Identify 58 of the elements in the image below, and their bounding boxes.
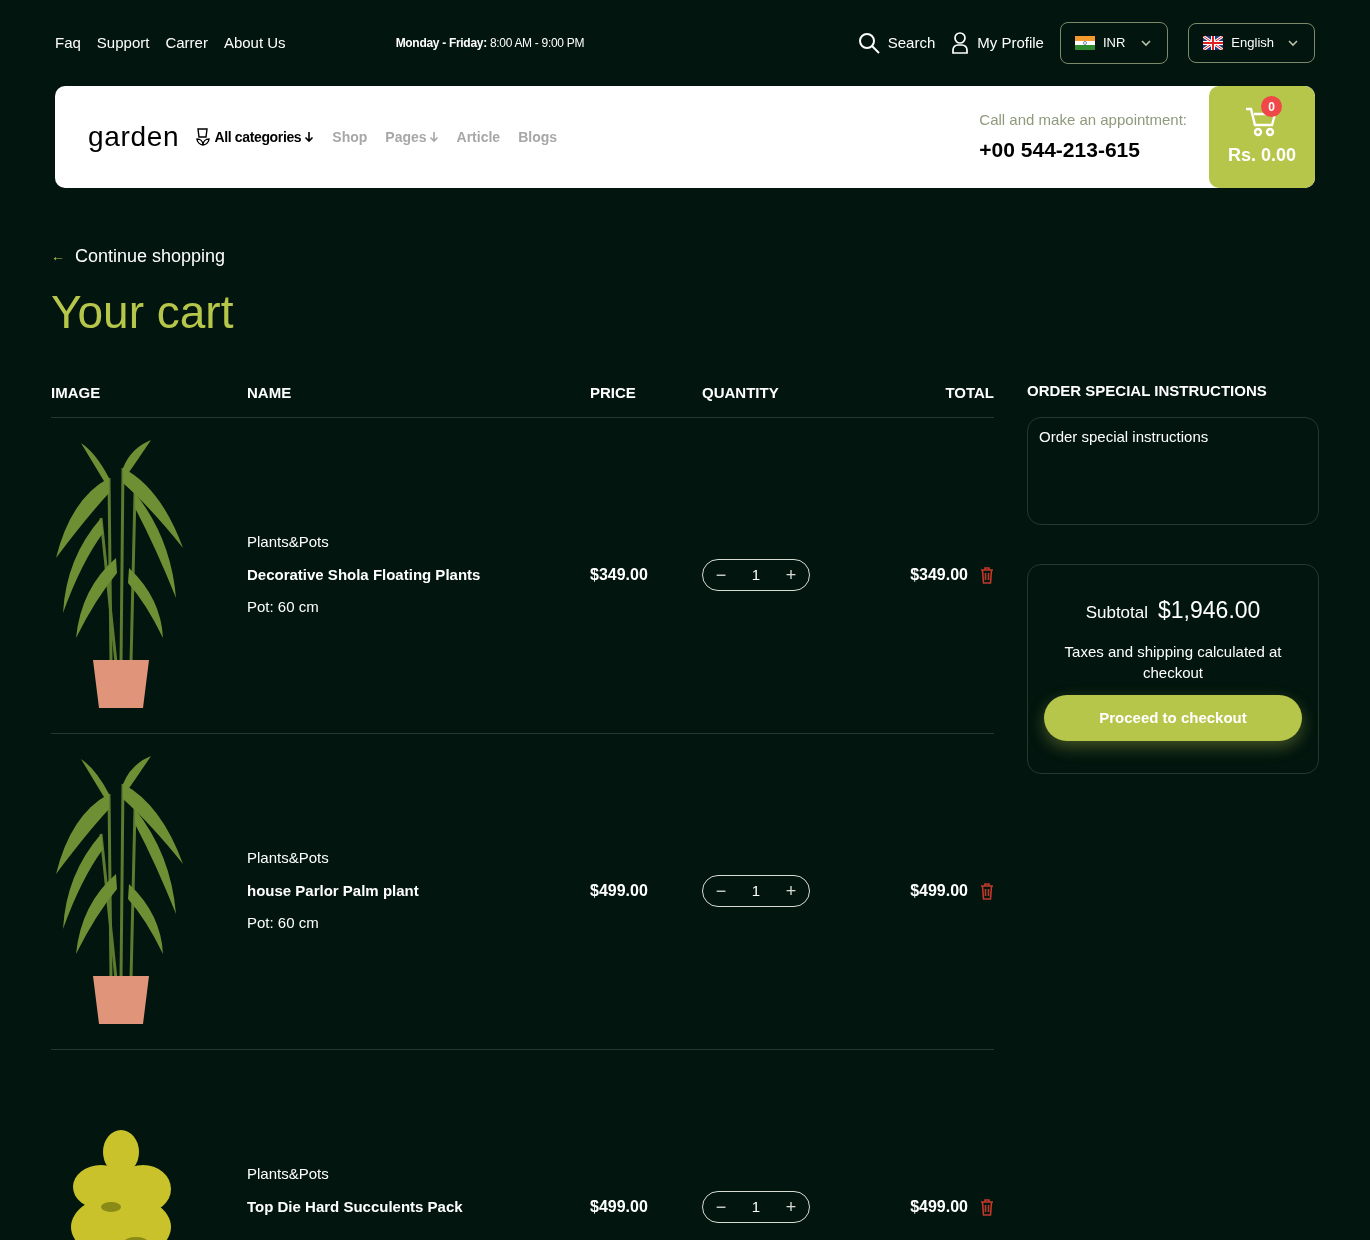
quantity-value: 1 — [751, 880, 761, 901]
instructions-heading: ORDER SPECIAL INSTRUCTIONS — [1027, 381, 1268, 401]
quantity-value: 1 — [751, 1196, 761, 1217]
product-price: $499.00 — [590, 881, 649, 901]
plant-pot-icon — [195, 128, 212, 146]
decrease-button[interactable]: − — [713, 877, 729, 905]
column-header: NAME — [247, 383, 293, 403]
top-link[interactable]: About Us — [223, 31, 286, 55]
column-header: TOTAL — [945, 383, 994, 403]
profile-link[interactable]: My Profile — [951, 31, 1044, 55]
opening-hours: Monday - Friday: 8:00 AM - 9:00 PM — [395, 35, 585, 52]
subtotal-amount: $1,946.00 — [1158, 595, 1261, 625]
top-link[interactable]: Faq — [55, 31, 81, 55]
search-link[interactable]: Search — [857, 31, 936, 55]
column-header: IMAGE — [51, 383, 102, 403]
product-price: $349.00 — [590, 565, 649, 585]
product-name[interactable]: house Parlor Palm plant — [247, 879, 590, 903]
product-vendor: Plants&Pots — [247, 532, 330, 553]
uk-flag-icon — [1203, 36, 1224, 50]
product-price: $499.00 — [590, 1197, 649, 1217]
continue-shopping-link[interactable]: ← Continue shopping — [51, 243, 1319, 270]
subtotal-label: Subtotal — [1085, 601, 1149, 624]
product-name[interactable]: Top Die Hard Succulents Pack — [247, 1195, 590, 1219]
trash-icon[interactable] — [980, 566, 994, 584]
increase-button[interactable]: + — [783, 1193, 799, 1221]
line-total: $499.00 — [910, 1197, 968, 1217]
cart-count-badge: 0 — [1261, 96, 1282, 117]
increase-button[interactable]: + — [783, 561, 799, 589]
page-title: Your cart — [51, 285, 235, 340]
phone-number: +00 544-213-615 — [979, 136, 1141, 163]
product-variant: Pot: 60 cm — [247, 913, 320, 934]
top-link[interactable]: Support — [96, 31, 150, 55]
user-icon — [951, 31, 970, 55]
currency-select[interactable]: INR — [1059, 22, 1169, 64]
decrease-button[interactable]: − — [713, 561, 729, 589]
trash-icon[interactable] — [980, 882, 994, 900]
nav-link[interactable]: All categories — [195, 126, 315, 148]
instructions-field[interactable]: Order special instructions — [1027, 416, 1319, 525]
search-icon — [857, 32, 880, 54]
cart-button[interactable]: Rs. 0.00 0 — [1209, 86, 1315, 188]
line-total: $349.00 — [910, 565, 968, 585]
product-vendor: Plants&Pots — [247, 1164, 330, 1185]
quantity-value: 1 — [751, 564, 761, 585]
decrease-button[interactable]: − — [713, 1193, 729, 1221]
column-header: PRICE — [590, 383, 637, 403]
column-header: QUANTITY — [702, 383, 780, 403]
appointment-label: Call and make an appointment: — [979, 110, 1187, 130]
logo[interactable]: garden — [88, 116, 180, 158]
product-name[interactable]: Decorative Shola Floating Plants — [247, 563, 590, 587]
trash-icon[interactable] — [980, 1198, 994, 1216]
india-flag-icon — [1074, 36, 1095, 50]
top-link[interactable]: Carrer — [165, 31, 208, 55]
language-select[interactable]: English — [1188, 23, 1315, 63]
line-total: $499.00 — [910, 881, 968, 901]
product-variant: Pot: 60 cm — [247, 597, 320, 618]
tax-note: Taxes and shipping calculated at checkout — [1063, 642, 1283, 683]
increase-button[interactable]: + — [783, 877, 799, 905]
product-vendor: Plants&Pots — [247, 848, 330, 869]
